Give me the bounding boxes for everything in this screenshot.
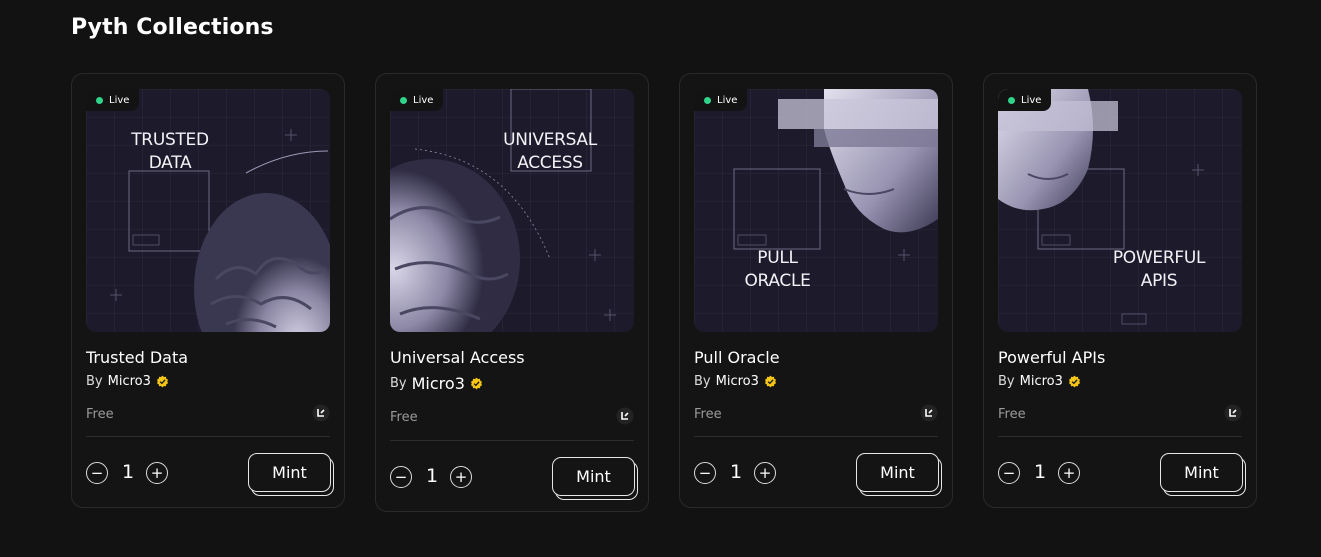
live-badge-label: Live: [1021, 94, 1042, 106]
chain-logo-icon: [1224, 404, 1242, 422]
artwork-title-line-2: DATA: [148, 153, 192, 173]
quantity-increase-button[interactable]: +: [754, 462, 776, 484]
collection-artwork[interactable]: UNIVERSAL ACCESS Live: [390, 89, 634, 332]
collection-card-powerful-apis[interactable]: POWERFUL APIS Live Powerful APIs By Micr…: [983, 73, 1257, 508]
quantity-value: 1: [730, 461, 743, 483]
creator-name[interactable]: Micro3: [108, 374, 151, 389]
artwork-title-line-2: ACCESS: [517, 153, 583, 173]
artwork-title-line-1: TRUSTED: [131, 130, 209, 150]
collection-card-universal-access[interactable]: UNIVERSAL ACCESS Live Universal Access B…: [375, 73, 649, 512]
divider: [390, 440, 634, 441]
mint-button[interactable]: Mint: [856, 453, 939, 492]
quantity-decrease-button[interactable]: −: [998, 462, 1020, 484]
live-dot-icon: [96, 96, 103, 104]
live-badge: Live: [694, 89, 748, 111]
collection-title[interactable]: Pull Oracle: [694, 348, 780, 367]
mint-button-wrapper: Mint: [248, 453, 334, 496]
live-badge-label: Live: [717, 94, 738, 106]
creator-line: By Micro3: [86, 374, 169, 389]
creator-prefix: By: [694, 374, 711, 389]
artwork-title-line-1: PULL: [757, 248, 798, 268]
collection-title[interactable]: Trusted Data: [86, 348, 188, 367]
artwork-title-line-2: APIS: [1140, 271, 1178, 291]
verified-badge-icon: [764, 375, 776, 388]
live-badge: Live: [86, 89, 140, 111]
creator-line: By Micro3: [694, 374, 777, 389]
chain-logo-icon: [920, 404, 938, 422]
chain-logo-icon: [312, 404, 330, 422]
creator-name[interactable]: Micro3: [1020, 374, 1063, 389]
creator-line: By Micro3: [390, 374, 483, 393]
collection-title[interactable]: Powerful APIs: [998, 348, 1105, 367]
live-dot-icon: [400, 96, 407, 104]
collection-artwork[interactable]: POWERFUL APIS Live: [998, 89, 1242, 332]
live-badge-label: Live: [109, 94, 130, 106]
price-label: Free: [390, 410, 418, 425]
divider: [86, 436, 330, 437]
live-dot-icon: [704, 96, 711, 104]
price-label: Free: [998, 407, 1026, 422]
mint-button-wrapper: Mint: [856, 453, 942, 496]
creator-prefix: By: [390, 376, 407, 391]
quantity-value: 1: [426, 465, 439, 487]
collection-title[interactable]: Universal Access: [390, 348, 525, 367]
collection-artwork[interactable]: TRUSTED DATA Live: [86, 89, 330, 332]
creator-name[interactable]: Micro3: [716, 374, 759, 389]
quantity-value: 1: [122, 461, 135, 483]
artwork-title-line-1: UNIVERSAL: [503, 130, 597, 150]
quantity-value: 1: [1034, 461, 1047, 483]
quantity-decrease-button[interactable]: −: [86, 462, 108, 484]
mint-button[interactable]: Mint: [248, 453, 331, 492]
artwork-title-line-1: POWERFUL: [1112, 248, 1206, 268]
creator-prefix: By: [998, 374, 1015, 389]
chain-logo-icon: [616, 407, 634, 425]
quantity-increase-button[interactable]: +: [146, 462, 168, 484]
mint-button-wrapper: Mint: [552, 457, 638, 500]
mint-button[interactable]: Mint: [1160, 453, 1243, 492]
mint-button-wrapper: Mint: [1160, 453, 1246, 496]
mint-button[interactable]: Mint: [552, 457, 635, 496]
collection-artwork[interactable]: PULL ORACLE Live: [694, 89, 938, 332]
live-badge: Live: [998, 89, 1052, 111]
verified-badge-icon: [1068, 375, 1080, 388]
creator-line: By Micro3: [998, 374, 1081, 389]
divider: [998, 436, 1242, 437]
collection-card-trusted-data[interactable]: TRUSTED DATA Live Trusted Data By Micro3…: [71, 73, 345, 508]
verified-badge-icon: [156, 375, 168, 388]
quantity-increase-button[interactable]: +: [450, 466, 472, 488]
creator-prefix: By: [86, 374, 103, 389]
quantity-decrease-button[interactable]: −: [390, 466, 412, 488]
quantity-increase-button[interactable]: +: [1058, 462, 1080, 484]
creator-name[interactable]: Micro3: [412, 374, 465, 393]
quantity-decrease-button[interactable]: −: [694, 462, 716, 484]
collection-card-pull-oracle[interactable]: PULL ORACLE Live Pull Oracle By Micro3 F…: [679, 73, 953, 508]
live-badge-label: Live: [413, 94, 434, 106]
live-badge: Live: [390, 89, 444, 111]
verified-badge-icon: [470, 377, 482, 390]
divider: [694, 436, 938, 437]
page-title: Pyth Collections: [71, 15, 274, 40]
price-label: Free: [694, 407, 722, 422]
price-label: Free: [86, 407, 114, 422]
live-dot-icon: [1008, 96, 1015, 104]
artwork-title-line-2: ORACLE: [744, 271, 811, 291]
